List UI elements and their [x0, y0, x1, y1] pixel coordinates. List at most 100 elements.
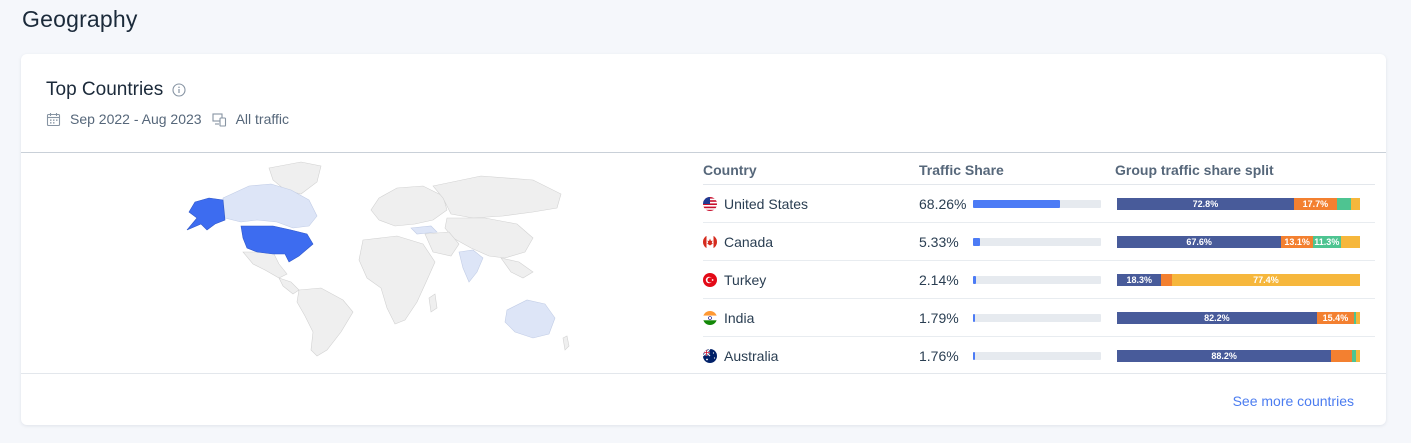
- traffic-share-cell: 1.79%: [919, 310, 1115, 326]
- traffic-share-bar-fill: [973, 313, 976, 322]
- top-countries-card: Top Countries Sep 2022 - Aug 2023 All tr…: [21, 54, 1386, 425]
- country-name[interactable]: Australia: [724, 348, 778, 364]
- split-segment: 13.1%: [1281, 235, 1314, 248]
- split-segment: 18.3%: [1117, 273, 1162, 286]
- map-turkey: [410, 225, 438, 235]
- group-split-cell: 18.3% 77.4%: [1115, 273, 1375, 286]
- world-map: [186, 161, 570, 357]
- traffic-share-cell: 5.33%: [919, 234, 1115, 250]
- split-segment: 67.6%: [1117, 235, 1282, 248]
- group-split-bar[interactable]: 88.2%: [1117, 349, 1360, 362]
- country-name[interactable]: India: [724, 310, 754, 326]
- traffic-share-cell: 68.26%: [919, 196, 1115, 212]
- traffic-share-bar: [973, 199, 1101, 208]
- table-row[interactable]: Canada 5.33% 67.6% 13.1% 11.3%: [703, 223, 1375, 261]
- split-segment: [1355, 349, 1360, 362]
- table-row[interactable]: Turkey 2.14% 18.3% 77.4%: [703, 261, 1375, 299]
- group-split-cell: 88.2%: [1115, 349, 1375, 362]
- traffic-share-cell: 2.14%: [919, 272, 1115, 288]
- map-europe: [370, 185, 448, 227]
- map-alaska: [186, 197, 226, 231]
- map-russia: [432, 175, 562, 219]
- split-segment: [1355, 311, 1360, 324]
- traffic-share-bar: [973, 313, 1101, 322]
- split-segment: 88.2%: [1117, 349, 1332, 362]
- map-southeast-asia: [500, 257, 534, 279]
- traffic-share-value: 2.14%: [919, 271, 959, 288]
- group-split-bar[interactable]: 18.3% 77.4%: [1117, 273, 1360, 286]
- split-segment: 72.8%: [1117, 197, 1294, 210]
- country-cell: Australia: [703, 348, 919, 364]
- group-split-cell: 67.6% 13.1% 11.3%: [1115, 235, 1375, 248]
- tr-flag-icon: [703, 272, 717, 287]
- split-segment: 82.2%: [1117, 311, 1317, 324]
- traffic-share-value: 1.76%: [919, 347, 959, 364]
- split-segment: 77.4%: [1171, 273, 1360, 286]
- devices-icon: [212, 112, 227, 127]
- map-africa: [358, 235, 436, 325]
- traffic-share-bar: [973, 351, 1101, 360]
- filter-meta: Sep 2022 - Aug 2023 All traffic: [46, 111, 289, 127]
- country-cell: Canada: [703, 234, 919, 250]
- split-segment: 11.3%: [1313, 235, 1341, 248]
- country-cell: Turkey: [703, 272, 919, 288]
- info-icon[interactable]: [172, 83, 186, 97]
- country-name[interactable]: Canada: [724, 234, 773, 250]
- group-split-cell: 82.2% 15.4%: [1115, 311, 1375, 324]
- group-split-bar[interactable]: 82.2% 15.4%: [1117, 311, 1360, 324]
- split-segment: [1161, 273, 1172, 286]
- table-row[interactable]: India 1.79% 82.2% 15.4%: [703, 299, 1375, 337]
- map-new-zealand: [562, 335, 570, 351]
- country-cell: India: [703, 310, 919, 326]
- group-split-bar[interactable]: 72.8% 17.7%: [1117, 197, 1360, 210]
- country-name[interactable]: United States: [724, 196, 808, 212]
- card-header: Top Countries: [46, 79, 186, 101]
- map-madagascar: [428, 293, 438, 313]
- header-country[interactable]: Country: [703, 162, 919, 178]
- traffic-share-value: 68.26%: [919, 195, 967, 212]
- split-segment: [1351, 197, 1360, 210]
- group-split-cell: 72.8% 17.7%: [1115, 197, 1375, 210]
- date-range: Sep 2022 - Aug 2023: [70, 111, 202, 127]
- map-mexico: [242, 251, 288, 279]
- footer-divider: [21, 373, 1386, 374]
- traffic-filter: All traffic: [235, 111, 289, 127]
- map-asia: [444, 217, 534, 259]
- traffic-share-bar-fill: [973, 237, 980, 246]
- split-segment: [1336, 197, 1352, 210]
- traffic-share-bar: [973, 237, 1101, 246]
- traffic-share-bar-fill: [973, 275, 976, 284]
- in-flag-icon: [703, 310, 717, 325]
- group-split-bar[interactable]: 67.6% 13.1% 11.3%: [1117, 235, 1360, 248]
- calendar-icon: [46, 112, 61, 127]
- traffic-share-bar: [973, 275, 1101, 284]
- table-row[interactable]: United States 68.26% 72.8% 17.7%: [703, 185, 1375, 223]
- split-segment: [1331, 349, 1353, 362]
- map-central-america: [278, 277, 300, 295]
- map-south-america: [296, 287, 354, 357]
- map-india: [458, 249, 484, 283]
- countries-table: Country Traffic Share Group traffic shar…: [703, 156, 1375, 374]
- see-more-countries-link[interactable]: See more countries: [1233, 393, 1354, 409]
- table-row[interactable]: Australia 1.76% 88.2%: [703, 337, 1375, 374]
- traffic-share-bar-fill: [973, 199, 1061, 208]
- au-flag-icon: [703, 348, 717, 363]
- card-title: Top Countries: [46, 79, 164, 100]
- traffic-share-cell: 1.76%: [919, 348, 1115, 364]
- map-australia: [504, 299, 556, 339]
- country-cell: United States: [703, 196, 919, 212]
- traffic-share-value: 1.79%: [919, 309, 959, 326]
- table-header: Country Traffic Share Group traffic shar…: [703, 156, 1375, 185]
- ca-flag-icon: [703, 234, 717, 249]
- country-name[interactable]: Turkey: [724, 272, 766, 288]
- split-segment: 17.7%: [1293, 197, 1337, 210]
- traffic-share-bar-fill: [973, 351, 976, 360]
- page-title: Geography: [22, 6, 138, 32]
- split-segment: [1340, 235, 1360, 248]
- split-segment: 15.4%: [1316, 311, 1355, 324]
- traffic-share-value: 5.33%: [919, 233, 959, 250]
- us-flag-icon: [703, 196, 717, 211]
- header-traffic-share[interactable]: Traffic Share: [919, 162, 1115, 178]
- header-divider: [21, 152, 1386, 153]
- header-group-split[interactable]: Group traffic share split: [1115, 162, 1375, 178]
